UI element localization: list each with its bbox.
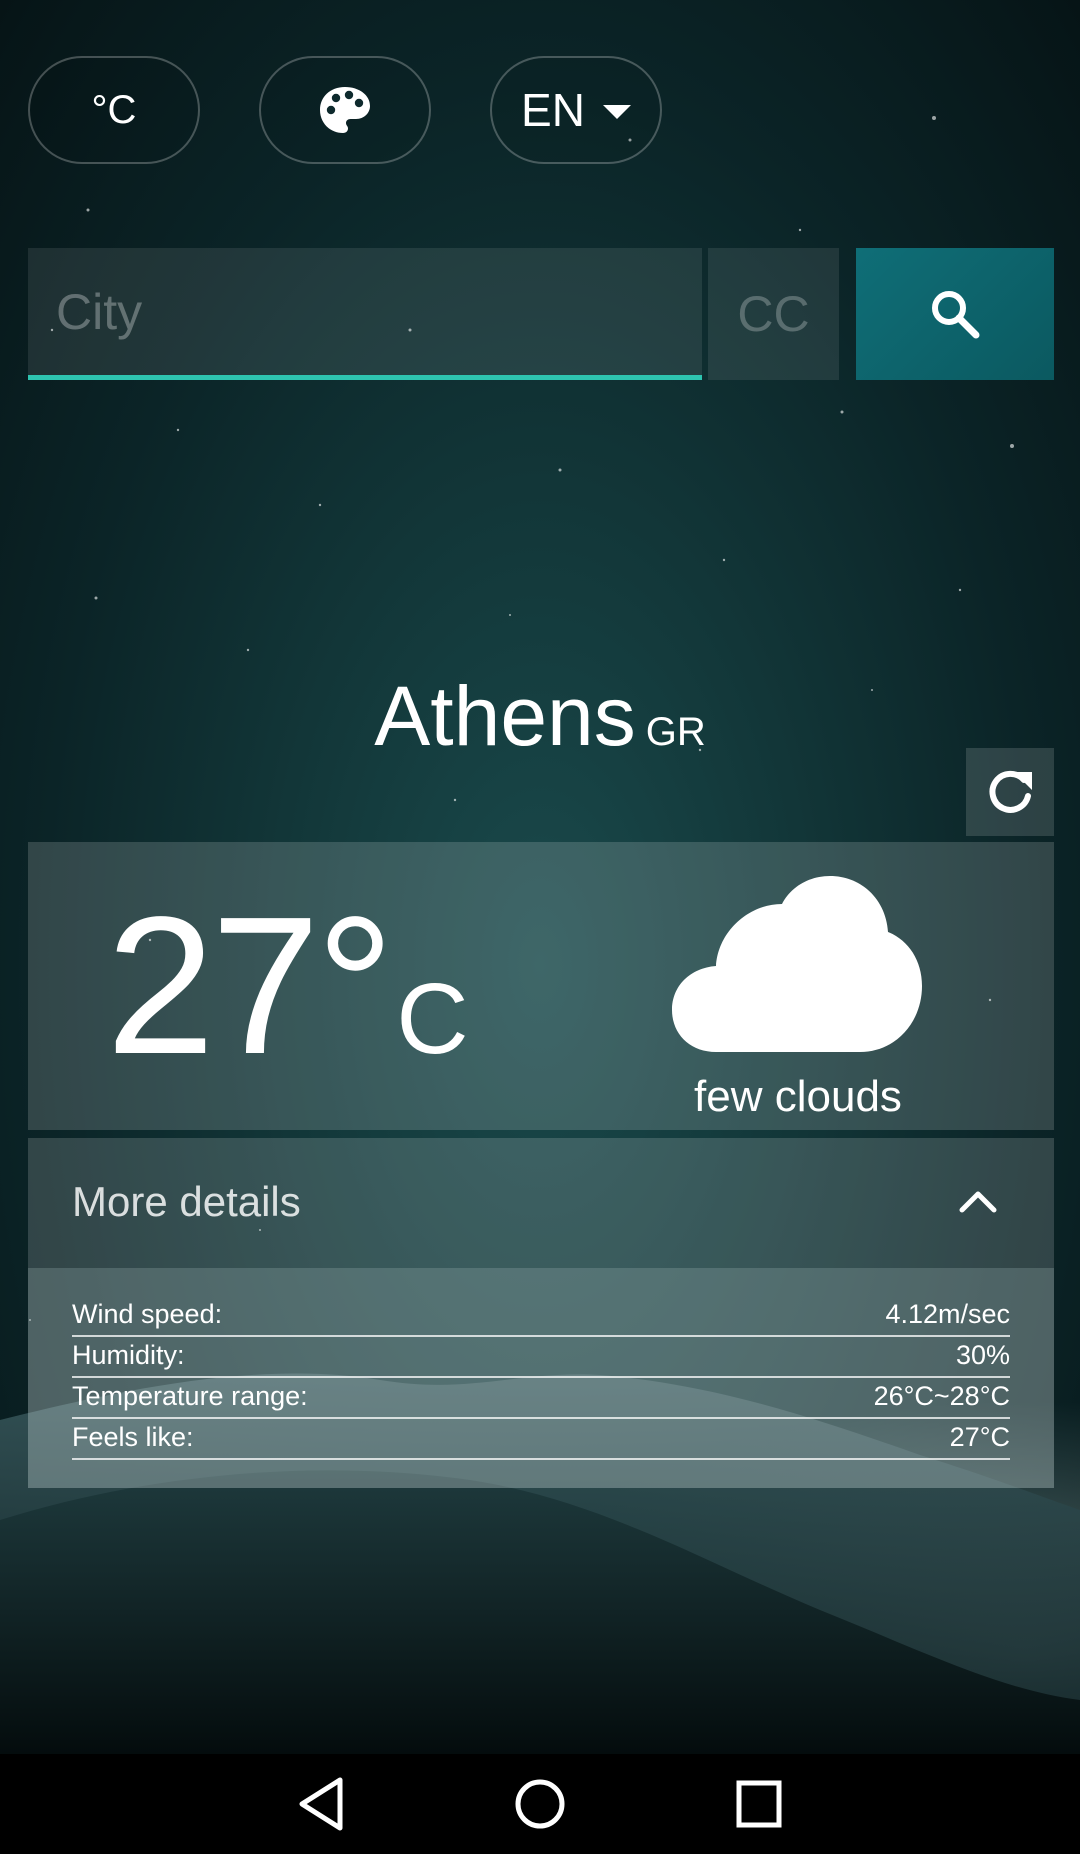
country-code-input[interactable]: CC — [708, 248, 839, 380]
theme-button[interactable] — [259, 56, 431, 164]
unit-toggle-button[interactable]: °C — [28, 56, 200, 164]
city-name: Athens — [374, 669, 636, 763]
unit-label: °C — [91, 87, 137, 132]
detail-value: 4.12m/sec — [885, 1299, 1010, 1329]
detail-row-feels-like: Feels like: 27°C — [72, 1417, 1010, 1460]
location-title: Athens GR — [0, 668, 1080, 765]
cloud-icon — [672, 876, 922, 1052]
more-details-toggle[interactable]: More details — [28, 1138, 1054, 1268]
detail-value: 30% — [955, 1340, 1010, 1370]
detail-label: Temperature range: — [72, 1381, 308, 1411]
temperature-value: 27° — [106, 876, 394, 1095]
detail-row-humidity: Humidity: 30% — [72, 1335, 1010, 1378]
refresh-button[interactable] — [966, 748, 1054, 836]
search-icon — [932, 291, 980, 339]
country-code-placeholder: CC — [737, 286, 810, 342]
language-select[interactable]: EN — [490, 56, 662, 164]
city-placeholder: City — [56, 283, 143, 340]
detail-label: Humidity: — [72, 1340, 185, 1370]
detail-row-wind: Wind speed: 4.12m/sec — [72, 1294, 1010, 1337]
more-details-title: More details — [72, 1178, 301, 1225]
chevron-up-icon — [959, 1191, 997, 1213]
city-input[interactable]: City — [28, 248, 702, 380]
refresh-icon — [989, 770, 1032, 813]
temperature-unit: C — [396, 963, 469, 1075]
recents-icon[interactable] — [734, 1776, 784, 1832]
home-icon[interactable] — [512, 1776, 568, 1832]
country-code: GR — [645, 710, 706, 754]
detail-value: 26°C~28°C — [873, 1381, 1010, 1411]
detail-label: Feels like: — [72, 1422, 194, 1452]
dropdown-arrow-icon — [602, 105, 631, 119]
search-button[interactable] — [856, 248, 1054, 380]
current-weather-card: 27°C few clouds — [28, 842, 1054, 1130]
back-icon[interactable] — [296, 1776, 346, 1832]
language-label: EN — [521, 84, 585, 136]
system-navigation-bar — [0, 1754, 1080, 1854]
detail-value: 27°C — [949, 1422, 1010, 1452]
details-panel: Wind speed: 4.12m/sec Humidity: 30% Temp… — [28, 1268, 1054, 1488]
weather-condition: few clouds — [694, 1072, 902, 1121]
palette-icon — [320, 87, 370, 133]
detail-label: Wind speed: — [72, 1299, 223, 1329]
temperature-display: 27°C — [106, 888, 469, 1084]
detail-row-temperature-range: Temperature range: 26°C~28°C — [72, 1376, 1010, 1419]
